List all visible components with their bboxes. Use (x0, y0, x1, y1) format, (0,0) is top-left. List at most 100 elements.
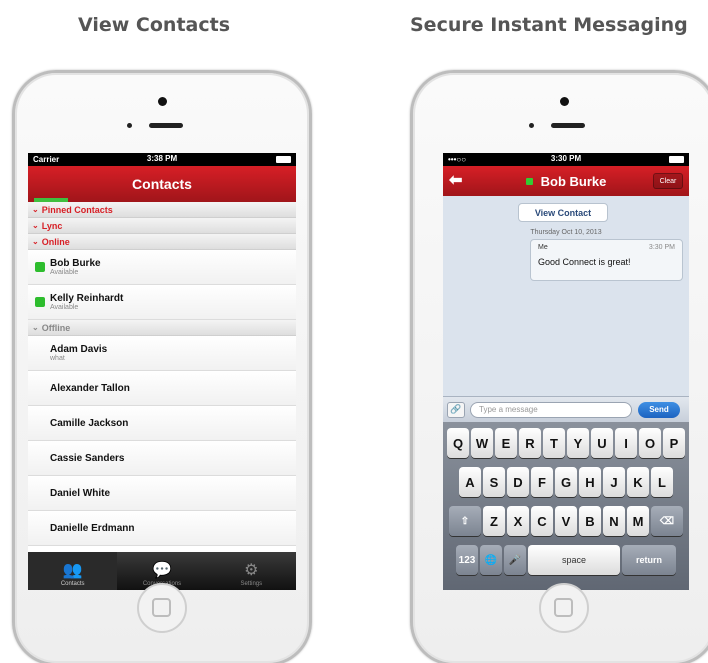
key-a[interactable]: A (459, 467, 481, 497)
contact-row[interactable]: Danielle Erdmann (28, 511, 296, 546)
key-i[interactable]: I (615, 428, 637, 458)
phone-frame-right: •••○○ 3:30 PM ⬅ Bob Burke Clear View Con… (410, 70, 708, 663)
key-v[interactable]: V (555, 506, 577, 536)
key-x[interactable]: X (507, 506, 529, 536)
view-contact-button[interactable]: View Contact (518, 203, 608, 222)
tab-label: Settings (240, 581, 263, 587)
home-button[interactable] (137, 583, 187, 633)
key-n[interactable]: N (603, 506, 625, 536)
conversation-area: View Contact Thursday Oct 10, 2013 Me 3:… (443, 196, 689, 396)
group-online[interactable]: ⌄ Online (28, 234, 296, 250)
page-title: Contacts (132, 176, 192, 192)
contact-row[interactable]: Adam Davis what (28, 336, 296, 371)
contact-row[interactable]: Daniel White (28, 476, 296, 511)
backspace-icon[interactable]: ⌫ (651, 506, 683, 536)
caption-secure-messaging: Secure Instant Messaging (410, 14, 688, 36)
contact-row[interactable]: Cassie Sanders (28, 441, 296, 476)
contact-name: Daniel White (50, 487, 111, 499)
group-offline[interactable]: ⌄ Offline (28, 320, 296, 336)
key-u[interactable]: U (591, 428, 613, 458)
shift-icon[interactable]: ⇧ (449, 506, 481, 536)
contact-row[interactable]: Bob Burke Available (28, 250, 296, 285)
key-d[interactable]: D (507, 467, 529, 497)
message-time: 3:30 PM (648, 244, 675, 251)
keyboard: Q W E R T Y U I O P A S D F G H J K L ⇧ … (443, 422, 689, 590)
attachment-icon[interactable]: 🔗 (447, 401, 465, 418)
contact-name: Bob Burke (50, 258, 101, 269)
message-text: Good Connect is great! (538, 257, 631, 267)
compose-bar: 🔗 Type a message Send (443, 396, 689, 422)
key-e[interactable]: E (495, 428, 517, 458)
contact-row[interactable]: Alexander Tallon (28, 371, 296, 406)
chat-nav-bar: ⬅ Bob Burke Clear (443, 166, 689, 196)
status-time: 3:30 PM (550, 154, 582, 163)
contact-row[interactable]: Camille Jackson (28, 406, 296, 441)
status-bar: Carrier 3:38 PM (28, 153, 296, 166)
key-k[interactable]: K (627, 467, 649, 497)
key-w[interactable]: W (471, 428, 493, 458)
group-label: Online (41, 236, 70, 247)
key-m[interactable]: M (627, 506, 649, 536)
presence-available-icon (35, 297, 45, 307)
chat-title: Bob Burke (540, 173, 607, 189)
key-s[interactable]: S (483, 467, 505, 497)
home-button[interactable] (539, 583, 589, 633)
keyboard-row-1: Q W E R T Y U I O P (445, 428, 687, 458)
contact-row[interactable]: Kelly Reinhardt Available (28, 285, 296, 320)
camera-icon (560, 97, 569, 106)
contact-status: what (50, 355, 65, 362)
key-p[interactable]: P (663, 428, 685, 458)
keyboard-row-4: 123 🌐 🎤 space return (445, 545, 687, 575)
space-key[interactable]: space (528, 545, 620, 575)
key-t[interactable]: T (543, 428, 565, 458)
key-b[interactable]: B (579, 506, 601, 536)
microphone-icon[interactable]: 🎤 (504, 545, 526, 575)
contact-name: Alexander Tallon (50, 382, 130, 394)
key-z[interactable]: Z (483, 506, 505, 536)
clear-button[interactable]: Clear (653, 173, 683, 189)
contact-status: Available (50, 269, 79, 276)
key-h[interactable]: H (579, 467, 601, 497)
speaker-grille (149, 123, 183, 128)
tab-contacts[interactable]: 👥 Contacts (28, 552, 118, 590)
chat-screen: •••○○ 3:30 PM ⬅ Bob Burke Clear View Con… (443, 153, 689, 590)
key-f[interactable]: F (531, 467, 553, 497)
contact-name: Danielle Erdmann (50, 522, 135, 534)
keyboard-row-2: A S D F G H J K L (445, 467, 687, 497)
key-c[interactable]: C (531, 506, 553, 536)
chevron-down-icon: ⌄ (32, 323, 39, 332)
tab-settings[interactable]: ⚙ Settings (207, 552, 296, 590)
key-y[interactable]: Y (567, 428, 589, 458)
sensor-dot (127, 123, 132, 128)
group-lync[interactable]: ⌄ Lync (28, 218, 296, 234)
return-key[interactable]: return (622, 545, 676, 575)
message-input[interactable]: Type a message (470, 401, 632, 418)
tab-label: Contacts (60, 581, 85, 587)
camera-icon (158, 97, 167, 106)
contact-name: Camille Jackson (50, 417, 129, 429)
contact-name: Cassie Sanders (50, 452, 125, 464)
keyboard-row-3: ⇧ Z X C V B N M ⌫ (445, 506, 687, 536)
caption-view-contacts: View Contacts (78, 14, 231, 36)
key-q[interactable]: Q (447, 428, 469, 458)
globe-icon[interactable]: 🌐 (480, 545, 502, 575)
back-arrow-icon[interactable]: ⬅ (449, 172, 462, 190)
send-button[interactable]: Send (638, 401, 680, 418)
key-r[interactable]: R (519, 428, 541, 458)
presence-available-icon (525, 177, 533, 185)
status-time: 3:38 PM (146, 154, 178, 163)
conversation-date: Thursday Oct 10, 2013 (530, 229, 602, 236)
chevron-down-icon: ⌄ (32, 237, 39, 246)
chevron-down-icon: ⌄ (32, 221, 39, 230)
conversations-icon: 💬 (152, 562, 172, 579)
group-pinned-contacts[interactable]: ⌄ Pinned Contacts (28, 202, 296, 218)
group-label: Lync (41, 220, 63, 231)
key-l[interactable]: L (651, 467, 673, 497)
numbers-key[interactable]: 123 (456, 545, 478, 575)
contact-name: Kelly Reinhardt (50, 293, 124, 304)
key-o[interactable]: O (639, 428, 661, 458)
key-j[interactable]: J (603, 467, 625, 497)
home-square-icon (152, 598, 171, 617)
group-label: Pinned Contacts (41, 204, 113, 215)
key-g[interactable]: G (555, 467, 577, 497)
